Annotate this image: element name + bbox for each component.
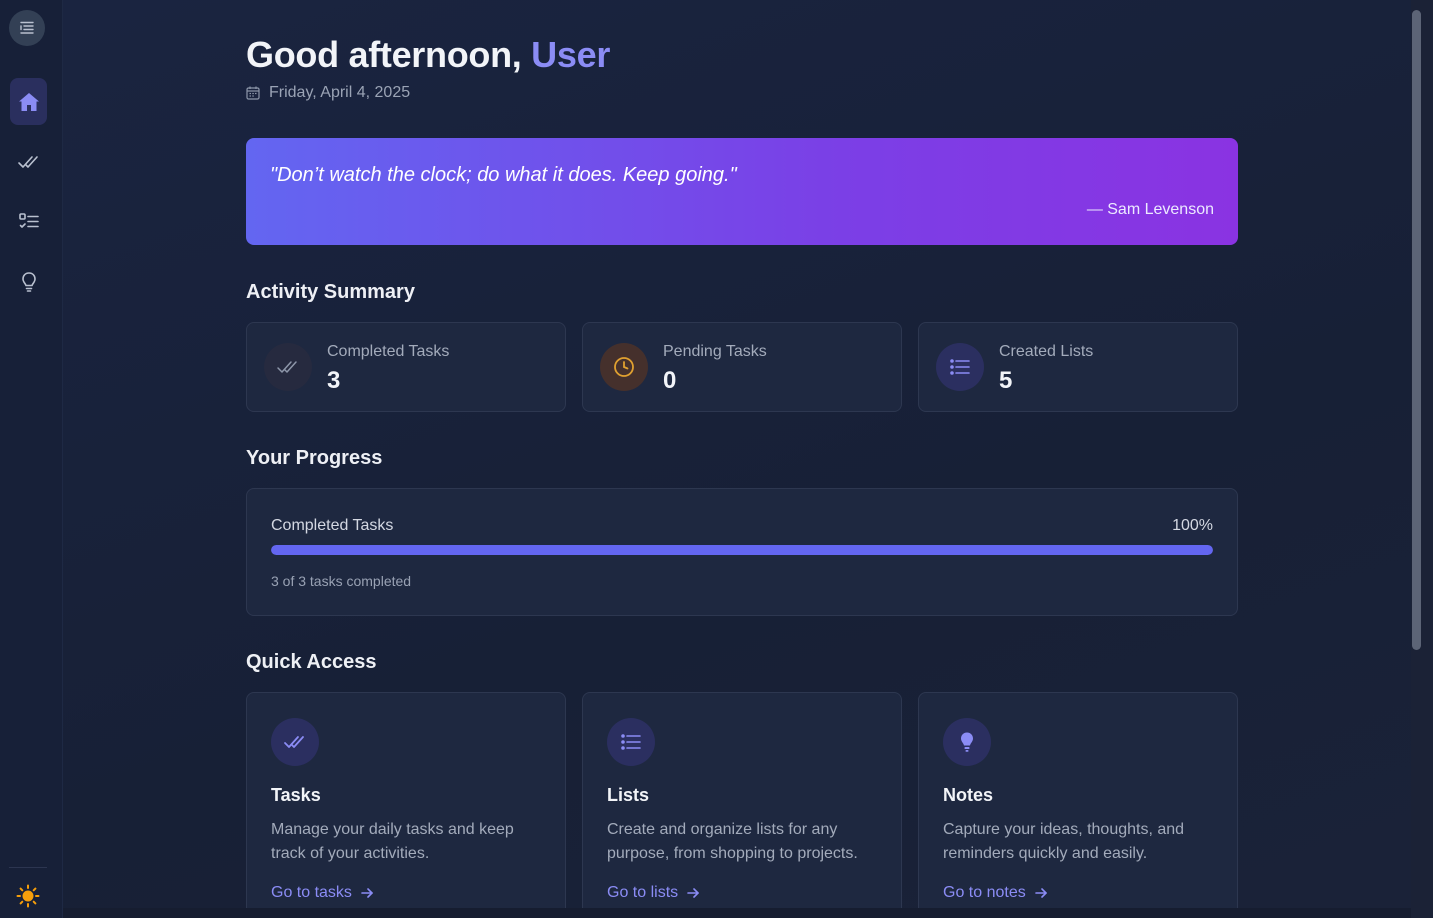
list-icon — [621, 734, 641, 750]
stat-label: Created Lists — [999, 343, 1094, 360]
sidebar-item-tasks[interactable] — [10, 138, 47, 185]
qa-title: Tasks — [271, 785, 321, 805]
progress-bar-fill — [271, 545, 1213, 555]
clock-icon — [614, 357, 634, 377]
greeting-prefix: Good afternoon, — [246, 34, 522, 75]
sun-icon — [16, 884, 40, 908]
sidebar — [0, 0, 63, 918]
greeting-user-name: User — [531, 34, 611, 75]
scrollbar-thumb[interactable] — [1412, 10, 1421, 650]
calendar-icon — [246, 86, 260, 100]
double-check-icon — [17, 155, 38, 168]
quick-access-card-tasks: Tasks Manage your daily tasks and keep t… — [246, 692, 566, 908]
stat-value: 0 — [663, 367, 677, 394]
sidebar-divider — [9, 867, 47, 868]
progress-label: Completed Tasks — [271, 517, 394, 534]
double-check-icon — [277, 361, 297, 373]
list-icon — [950, 359, 970, 375]
horizontal-scrollbar-track — [63, 908, 1411, 918]
sidebar-item-notes[interactable] — [10, 258, 47, 305]
qa-link-label: Go to notes — [943, 884, 1026, 901]
checklist-icon — [18, 212, 39, 228]
qa-description: Manage your daily tasks and keep track o… — [271, 821, 514, 862]
qa-title: Lists — [607, 785, 650, 805]
lightbulb-icon — [21, 271, 36, 292]
progress-bar — [271, 545, 1213, 555]
qa-link-label: Go to lists — [607, 884, 679, 901]
stat-label: Completed Tasks — [327, 343, 450, 360]
go-to-notes-link[interactable]: Go to notes — [943, 884, 1048, 902]
qa-link-label: Go to tasks — [271, 884, 352, 901]
quick-access-title: Quick Access — [246, 651, 377, 673]
sidebar-item-lists[interactable] — [10, 198, 47, 245]
quote-text: "Don’t watch the clock; do what it does.… — [270, 164, 737, 186]
arrow-right-icon — [1034, 888, 1047, 898]
stat-card-lists: Created Lists 5 — [918, 322, 1238, 412]
stat-card-pending: Pending Tasks 0 — [582, 322, 902, 412]
qa-title: Notes — [943, 785, 994, 805]
page-title: Good afternoon, User — [246, 34, 610, 76]
theme-toggle-button[interactable] — [14, 882, 42, 910]
sidebar-item-home[interactable] — [10, 78, 47, 125]
stat-value: 3 — [327, 367, 341, 394]
go-to-tasks-link[interactable]: Go to tasks — [271, 884, 374, 902]
progress-card: Completed Tasks 100% 3 of 3 tasks comple… — [246, 488, 1238, 616]
stat-value: 5 — [999, 367, 1013, 394]
arrow-right-icon — [361, 888, 373, 898]
lightbulb-icon — [961, 732, 973, 752]
progress-subtext: 3 of 3 tasks completed — [271, 573, 412, 589]
progress-percent: 100% — [1172, 517, 1213, 534]
app: Good afternoon, User Friday, April 4, 20… — [0, 0, 1433, 918]
home-icon — [18, 92, 39, 111]
quote-author: — Sam Levenson — [1086, 201, 1214, 218]
main-content: Good afternoon, User Friday, April 4, 20… — [63, 0, 1411, 908]
sidebar-toggle-button[interactable] — [9, 10, 45, 46]
qa-description: Capture your ideas, thoughts, and remind… — [943, 821, 1185, 862]
date-row: Friday, April 4, 2025 — [246, 84, 410, 102]
stat-icon-wrapper — [600, 343, 648, 391]
quote-banner: "Don’t watch the clock; do what it does.… — [246, 138, 1238, 245]
progress-title: Your Progress — [246, 447, 383, 469]
qa-description: Create and organize lists for any purpos… — [607, 821, 858, 862]
qa-icon-wrapper — [943, 718, 991, 766]
quick-access-card-lists: Lists Create and organize lists for any … — [582, 692, 902, 908]
menu-lines-icon — [20, 21, 34, 34]
stat-card-completed: Completed Tasks 3 — [246, 322, 566, 412]
stat-icon-wrapper — [936, 343, 984, 391]
qa-icon-wrapper — [271, 718, 319, 766]
qa-icon-wrapper — [607, 718, 655, 766]
current-date: Friday, April 4, 2025 — [269, 84, 411, 101]
quick-access-card-notes: Notes Capture your ideas, thoughts, and … — [918, 692, 1238, 908]
double-check-icon — [284, 736, 304, 748]
activity-summary-title: Activity Summary — [246, 281, 415, 303]
arrow-right-icon — [687, 888, 699, 898]
stat-icon-wrapper — [264, 343, 312, 391]
go-to-lists-link[interactable]: Go to lists — [607, 884, 700, 902]
stat-label: Pending Tasks — [663, 343, 767, 360]
